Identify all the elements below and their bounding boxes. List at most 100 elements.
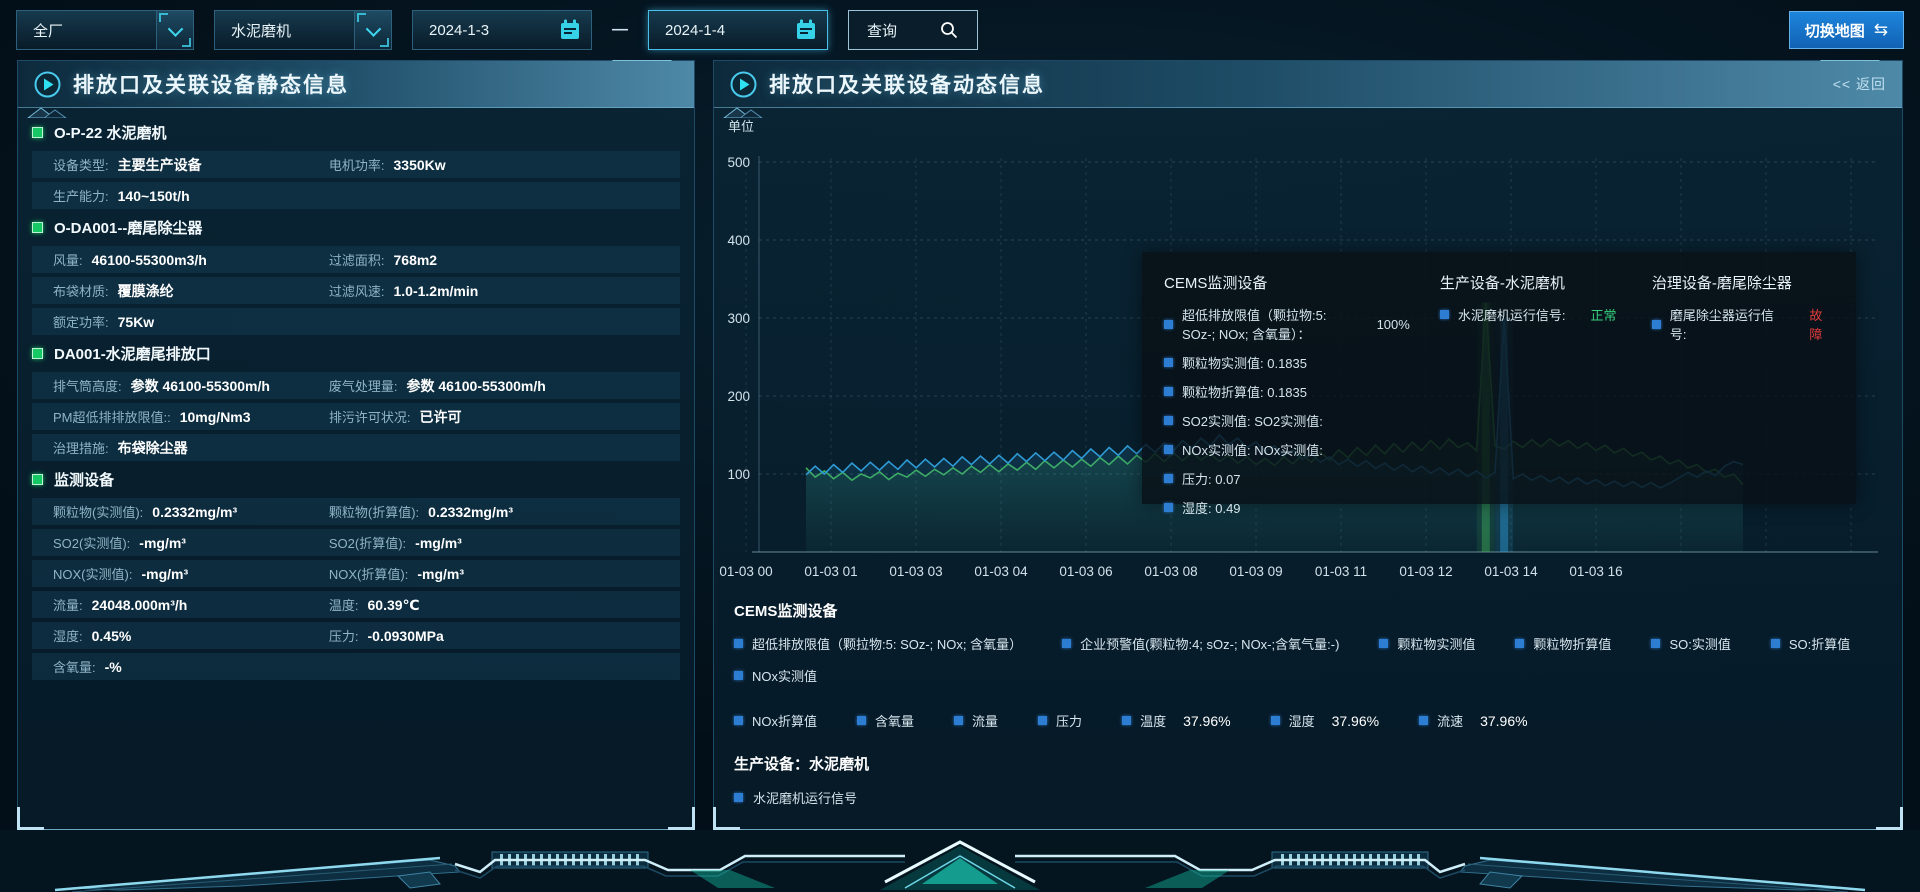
info-label: 设备类型: (53, 155, 109, 174)
info-value: -% (105, 659, 122, 675)
info-cell: 布袋材质:覆膜涤纶 (53, 281, 329, 301)
query-button[interactable]: 查询 (848, 10, 978, 50)
legend-marker-icon (1164, 503, 1173, 512)
tooltip-cems-items: 超低排放限值（颗拉物:5: SOz-; NOx; 含氧量）：100%颗粒物实测值… (1164, 305, 1410, 517)
legend-marker-icon (1038, 716, 1047, 725)
legend-marker-icon (1122, 716, 1131, 725)
tooltip-item: 湿度: 0.49 (1164, 498, 1410, 517)
info-row: 排气筒高度: 参数 46100-55300m/h 废气处理量:参数 46100-55… (32, 372, 680, 399)
start-date-input[interactable]: 2024-1-3 (412, 10, 592, 50)
legend-marker-icon (734, 639, 743, 648)
back-link[interactable]: << 返回 (1833, 74, 1886, 94)
info-label: 湿度: (53, 626, 83, 645)
info-row: NOX(实测值):-mg/m³NOX(折算值):-mg/m³ (32, 560, 680, 587)
production-device-signal-label: 水泥磨机运行信号 (753, 788, 857, 807)
info-cell: SO2(实测值): -mg/m³ (53, 533, 329, 552)
info-row: 颗粒物(实测值):0.2332mg/m³颗粒物(折算值):0.2332mg/m³ (32, 498, 680, 525)
end-date-input[interactable]: 2024-1-4 (648, 10, 828, 50)
green-square-icon (32, 127, 43, 138)
tooltip-item-label: 颗粒物折算值: 0.1835 (1182, 382, 1307, 401)
legend-marker-icon (954, 716, 963, 725)
legend-marker-icon (1515, 639, 1524, 648)
info-cell: 废气处理量:参数 46100-55300m/h (329, 376, 546, 396)
legend-item[interactable]: NOx实测值 (734, 666, 817, 685)
static-info-panel: 排放口及关联设备静态信息 O-P-22 水泥磨机设备类型:主要生产设备电机功率:… (17, 60, 695, 830)
info-value: 768m2 (394, 252, 438, 268)
info-label: 含氧量: (53, 657, 96, 676)
corner-bracket (668, 807, 695, 830)
info-value: 140~150t/h (118, 188, 190, 204)
legend-item[interactable]: 湿度37.96% (1271, 711, 1380, 730)
legend-item-label: SO:折算值 (1789, 634, 1850, 653)
svg-text:100: 100 (727, 467, 750, 482)
info-label: SO2(实测值): (53, 533, 130, 552)
legend-item-label: 流速 (1437, 711, 1463, 730)
info-cell: 含氧量: -% (53, 657, 329, 676)
legend-marker-icon (734, 793, 743, 802)
info-label: 过滤风速: (329, 281, 385, 300)
info-value: -mg/m³ (139, 535, 186, 551)
legend-marker-icon (1062, 639, 1071, 648)
legend-marker-icon (1440, 310, 1449, 319)
dynamic-info-panel: 排放口及关联设备动态信息 << 返回 单位 10020030040050001-… (713, 60, 1903, 830)
tooltip-production-title: 生产设备-水泥磨机 (1440, 272, 1622, 293)
legend-item[interactable]: 流量 (954, 711, 998, 730)
tooltip-production-item: 水泥磨机运行信号: 正常 (1440, 305, 1622, 324)
chart-tooltip: CEMS监测设备 超低排放限值（颗拉物:5: SOz-; NOx; 含氧量）：1… (1142, 252, 1856, 504)
info-cell: 湿度:0.45% (53, 626, 329, 645)
info-value: -0.0930MPa (368, 628, 444, 644)
date-range-separator: — (612, 21, 628, 39)
info-label: NOX(折算值): (329, 564, 408, 583)
info-label: 电机功率: (329, 155, 385, 174)
legend-item[interactable]: SO:折算值 (1771, 634, 1850, 653)
info-cell: 风量:46100-55300m3/h (53, 250, 329, 269)
info-label: 过滤面积: (329, 250, 385, 269)
legend-item[interactable]: 压力 (1038, 711, 1082, 730)
tooltip-item: NOx实测值: NOx实测值: (1164, 440, 1410, 459)
info-cell: 温度:60.39℃ (329, 595, 420, 614)
device-select[interactable]: 水泥磨机 (214, 10, 392, 50)
svg-text:300: 300 (727, 311, 750, 326)
info-cell: 电机功率:3350Kw (329, 155, 446, 174)
section-heading-label: O-P-22 水泥磨机 (54, 122, 167, 143)
legend-item[interactable]: 颗粒物折算值 (1515, 634, 1611, 653)
legend-item[interactable]: 流速37.96% (1419, 711, 1528, 730)
info-row: PM超低排排放限值::10mg/Nm3排污许可状况:已许可 (32, 403, 680, 430)
end-date-value: 2024-1-4 (665, 22, 725, 39)
legend-item[interactable]: 颗粒物实测值 (1379, 634, 1475, 653)
tooltip-item-label: NOx实测值: NOx实测值: (1182, 440, 1323, 459)
production-device-signal[interactable]: 水泥磨机运行信号 (734, 788, 1882, 807)
legend-item[interactable]: 企业预警值(颗粒物:4; sOz-; NOx-;含氧气量:-) (1062, 634, 1339, 653)
info-value: -mg/m³ (417, 566, 464, 582)
svg-text:01-03 08: 01-03 08 (1144, 564, 1197, 579)
legend-item[interactable]: 温度37.96% (1122, 711, 1231, 730)
info-value: 参数 46100-55300m/h (131, 376, 270, 396)
legend-marker-icon (1164, 474, 1173, 483)
legend-item[interactable]: SO:实测值 (1651, 634, 1730, 653)
legend-item-label: 含氧量 (875, 711, 914, 730)
legend-item[interactable]: 含氧量 (857, 711, 914, 730)
info-value: 已许可 (420, 407, 462, 427)
info-label: 治理措施: (53, 438, 109, 457)
legend-marker-icon (1164, 387, 1173, 396)
chevron-down-icon (354, 11, 391, 49)
info-cell: NOX(折算值): -mg/m³ (329, 564, 464, 583)
info-row: 额定功率:75Kw (32, 308, 680, 335)
info-cell: 颗粒物(折算值):0.2332mg/m³ (329, 502, 513, 521)
legend-item-label: NOx实测值 (752, 666, 817, 685)
info-row: 生产能力:140~150t/h (32, 182, 680, 209)
legend-item[interactable]: 超低排放限值（颗拉物:5: SOz-; NOx; 含氧量） (734, 634, 1022, 653)
legend-item[interactable]: NOx折算值 (734, 711, 817, 730)
svg-text:01-03 12: 01-03 12 (1399, 564, 1452, 579)
plant-select-value: 全厂 (33, 20, 63, 41)
info-label: 排气筒高度: (53, 376, 122, 395)
search-icon (939, 20, 959, 40)
tooltip-item-label: 压力: 0.07 (1182, 469, 1241, 488)
switch-map-button[interactable]: 切换地图 ⇆ (1789, 11, 1904, 49)
tooltip-item-label: SO2实测值: SO2实测值: (1182, 411, 1323, 430)
emissions-chart[interactable]: 10020030040050001-03 0001-03 0101-03 030… (714, 134, 1902, 592)
dashboard: 全厂 水泥磨机 2024-1-3 — 2024-1-4 (0, 0, 1920, 892)
plant-select[interactable]: 全厂 (16, 10, 194, 50)
legend-marker-icon (1164, 445, 1173, 454)
svg-text:400: 400 (727, 233, 750, 248)
